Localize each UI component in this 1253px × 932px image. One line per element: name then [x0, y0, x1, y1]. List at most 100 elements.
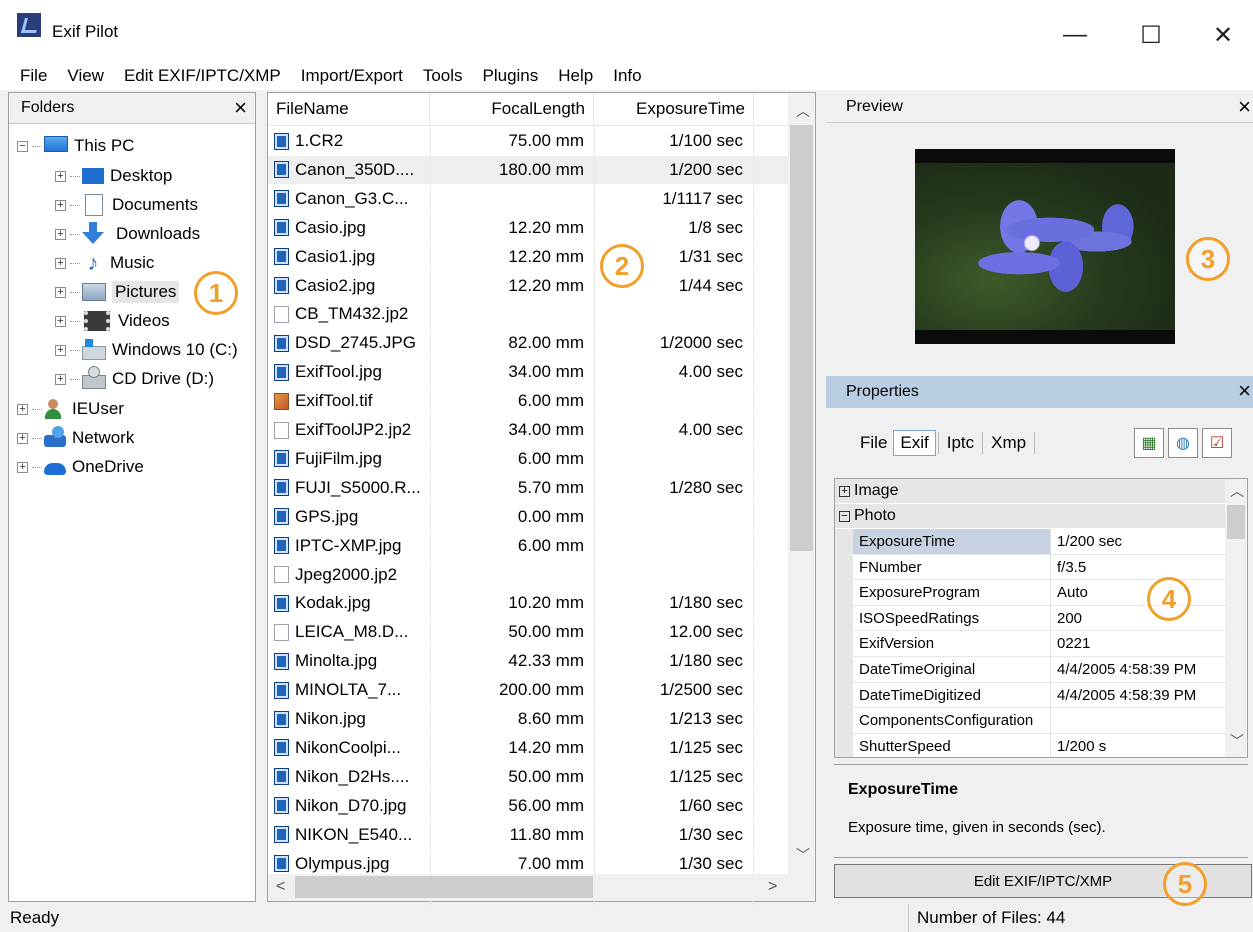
file-row[interactable]: Nikon_D70.jpg 56.00 mm 1/60 sec [268, 791, 788, 820]
property-value[interactable] [1053, 708, 1225, 733]
scroll-right-icon[interactable]: > [768, 878, 777, 896]
file-list-vertical-scrollbar[interactable]: ︿ ﹀ [788, 93, 815, 875]
expand-icon[interactable]: + [17, 432, 28, 444]
menu-view[interactable]: View [57, 66, 114, 86]
property-row[interactable]: ComponentsConfiguration [835, 708, 1225, 734]
file-row[interactable]: Canon_G3.C... 1/1117 sec [268, 184, 788, 213]
file-row[interactable]: NIKON_E540... 11.80 mm 1/30 sec [268, 820, 788, 849]
file-row[interactable]: Jpeg2000.jp2 [268, 560, 788, 589]
property-row[interactable]: ExifVersion 0221 [835, 631, 1225, 657]
file-row[interactable]: IPTC-XMP.jpg 6.00 mm [268, 531, 788, 560]
expand-icon[interactable]: + [55, 228, 66, 240]
file-row[interactable]: FUJI_S5000.R... 5.70 mm 1/280 sec [268, 473, 788, 502]
property-value[interactable]: 1/200 s [1053, 734, 1225, 757]
tree-item-pictures[interactable]: + Pictures [55, 279, 180, 305]
file-row[interactable]: ExifTool.tif 6.00 mm [268, 387, 788, 416]
property-value[interactable]: 1/200 sec [1053, 529, 1225, 554]
expand-icon[interactable]: + [55, 315, 66, 327]
close-button[interactable]: ✕ [1200, 12, 1246, 58]
expand-icon[interactable]: + [55, 373, 66, 385]
scroll-thumb[interactable] [790, 125, 813, 551]
grid-view-icon[interactable]: ▦ [1134, 428, 1164, 458]
menu-import-export[interactable]: Import/Export [291, 66, 413, 86]
minimize-button[interactable]: — [1052, 12, 1098, 58]
horizontal-scroll-thumb[interactable] [295, 876, 593, 898]
tab-iptc[interactable]: Iptc [941, 431, 980, 455]
group-photo[interactable]: − Photo [835, 504, 1225, 528]
tree-item-onedrive[interactable]: + OneDrive [17, 454, 144, 480]
expand-icon[interactable]: + [17, 403, 28, 415]
tree-item-cd-drive[interactable]: + CD Drive (D:) [55, 366, 214, 392]
property-value[interactable]: 4/4/2005 4:58:39 PM [1053, 683, 1225, 708]
tree-item-desktop[interactable]: + Desktop [55, 163, 172, 189]
file-row[interactable]: 1.CR2 75.00 mm 1/100 sec [268, 127, 788, 155]
tree-item-downloads[interactable]: + Downloads [55, 221, 200, 247]
expand-icon[interactable]: + [839, 485, 850, 497]
tree-item-network[interactable]: + Network [17, 425, 134, 451]
folders-close-button[interactable]: × [234, 95, 247, 121]
file-row[interactable]: DSD_2745.JPG 82.00 mm 1/2000 sec [268, 329, 788, 358]
tree-item-videos[interactable]: + Videos [55, 308, 170, 334]
tree-item-documents[interactable]: + Documents [55, 192, 198, 218]
maximize-button[interactable]: ☐ [1128, 12, 1174, 58]
scroll-down-icon[interactable]: ﹀ [1230, 731, 1244, 751]
tree-item-this-pc[interactable]: − This PC [17, 133, 134, 159]
file-row[interactable]: FujiFilm.jpg 6.00 mm [268, 444, 788, 473]
property-value[interactable]: 0221 [1053, 631, 1225, 656]
file-row[interactable]: GPS.jpg 0.00 mm [268, 502, 788, 531]
file-row[interactable]: Minolta.jpg 42.33 mm 1/180 sec [268, 647, 788, 676]
collapse-icon[interactable]: − [17, 140, 28, 152]
tab-file[interactable]: File [854, 431, 893, 455]
file-list-horizontal-scrollbar[interactable]: < > [268, 874, 815, 901]
property-value[interactable]: 200 [1053, 606, 1225, 631]
expand-icon[interactable]: + [55, 199, 66, 211]
preview-close-button[interactable]: × [1238, 94, 1251, 120]
menu-plugins[interactable]: Plugins [473, 66, 549, 86]
menu-help[interactable]: Help [548, 66, 603, 86]
file-row[interactable]: Casio.jpg 12.20 mm 1/8 sec [268, 213, 788, 242]
file-row[interactable]: ExifToolJP2.jp2 34.00 mm 4.00 sec [268, 416, 788, 444]
file-row[interactable]: NikonCoolpi... 14.20 mm 1/125 sec [268, 733, 788, 762]
tab-xmp[interactable]: Xmp [985, 431, 1032, 455]
menu-file[interactable]: File [10, 66, 57, 86]
property-row[interactable]: ShutterSpeed 1/200 s [835, 733, 1225, 757]
property-row[interactable]: DateTimeDigitized 4/4/2005 4:58:39 PM [835, 682, 1225, 709]
tree-item-music[interactable]: + ♪ Music [55, 250, 154, 276]
property-row[interactable]: DateTimeOriginal 4/4/2005 4:58:39 PM [835, 657, 1225, 683]
column-exposuretime[interactable]: ExposureTime [594, 93, 754, 125]
file-row[interactable]: Casio2.jpg 12.20 mm 1/44 sec [268, 271, 788, 300]
file-row[interactable]: CB_TM432.jp2 [268, 300, 788, 329]
tab-exif[interactable]: Exif [893, 430, 936, 456]
tree-item-windows-c[interactable]: + Windows 10 (C:) [55, 337, 238, 363]
group-image[interactable]: + Image [835, 479, 1225, 503]
tree-item-ieuser[interactable]: + IEUser [17, 396, 124, 422]
properties-close-button[interactable]: × [1238, 378, 1251, 404]
expand-icon[interactable]: + [55, 170, 66, 182]
file-row[interactable]: MINOLTA_7... 200.00 mm 1/2500 sec [268, 676, 788, 705]
column-filename[interactable]: FileName [268, 93, 430, 125]
file-row[interactable]: Kodak.jpg 10.20 mm 1/180 sec [268, 589, 788, 618]
expand-icon[interactable]: + [55, 257, 66, 269]
file-row[interactable]: LEICA_M8.D... 50.00 mm 12.00 sec [268, 618, 788, 647]
property-value[interactable]: f/3.5 [1053, 555, 1225, 580]
menu-tools[interactable]: Tools [413, 66, 473, 86]
file-row[interactable]: Casio1.jpg 12.20 mm 1/31 sec [268, 242, 788, 271]
expand-icon[interactable]: + [55, 286, 66, 298]
scroll-up-icon[interactable]: ︿ [1230, 481, 1244, 501]
scroll-up-icon[interactable]: ︿ [796, 101, 810, 121]
expand-icon[interactable]: + [55, 344, 66, 356]
property-value[interactable]: 4/4/2005 4:58:39 PM [1053, 657, 1225, 682]
checklist-icon[interactable]: ☑ [1202, 428, 1232, 458]
file-row[interactable]: Canon_350D.... 180.00 mm 1/200 sec [268, 155, 788, 184]
property-row[interactable]: ExposureTime 1/200 sec [835, 529, 1225, 555]
file-row[interactable]: Nikon_D2Hs.... 50.00 mm 1/125 sec [268, 762, 788, 791]
scroll-left-icon[interactable]: < [276, 878, 285, 896]
collapse-icon[interactable]: − [839, 510, 850, 522]
property-value[interactable]: Auto [1053, 580, 1225, 605]
column-focallength[interactable]: FocalLength [430, 93, 594, 125]
globe-icon[interactable]: ◍ [1168, 428, 1198, 458]
menu-edit-exif[interactable]: Edit EXIF/IPTC/XMP [114, 66, 291, 86]
property-grid-scrollbar[interactable]: ︿ ﹀ [1225, 479, 1247, 757]
file-row[interactable]: Nikon.jpg 8.60 mm 1/213 sec [268, 705, 788, 733]
menu-info[interactable]: Info [603, 66, 651, 86]
